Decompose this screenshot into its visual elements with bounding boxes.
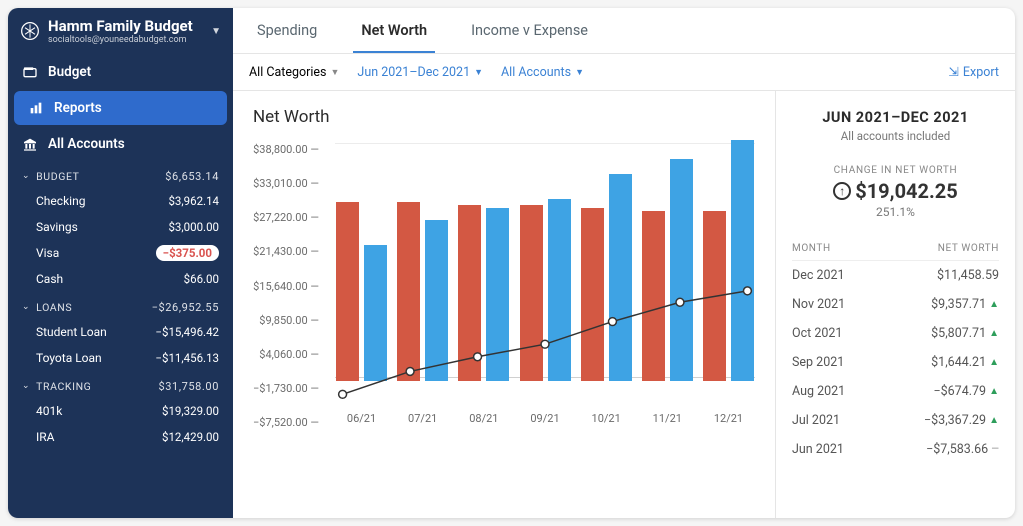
tab-income-v-expense[interactable]: Income v Expense: [463, 8, 596, 53]
budget-name: Hamm Family Budget: [48, 18, 193, 35]
caret-down-icon: ▼: [331, 67, 340, 78]
assets-bar[interactable]: [703, 211, 726, 381]
filter-accounts[interactable]: All Accounts▼: [501, 65, 584, 80]
assets-bar[interactable]: [397, 202, 420, 381]
x-tick-label: 09/21: [514, 412, 575, 425]
bar-group: 11/21: [637, 143, 698, 429]
summary-row[interactable]: Jul 2021−$3,367.29 ▲: [792, 406, 999, 435]
negative-balance-pill: −$375.00: [156, 245, 219, 261]
bar-group: 09/21: [514, 143, 575, 429]
col-networth: NET WORTH: [938, 243, 999, 254]
bar-group: 12/21: [698, 143, 759, 429]
section-header[interactable]: ⌄TRACKING$31,758.00: [8, 371, 233, 398]
nav-reports[interactable]: Reports: [14, 91, 227, 125]
assets-bar[interactable]: [581, 208, 604, 381]
account-row[interactable]: Toyota Loan−$11,456.13: [8, 345, 233, 371]
bar-group: 10/21: [576, 143, 637, 429]
debts-bar[interactable]: [364, 245, 387, 381]
app-frame: Hamm Family Budget socialtools@youneedab…: [8, 8, 1015, 518]
arrow-up-icon: ▲: [989, 386, 999, 397]
nav-label: Reports: [54, 100, 102, 116]
nav-budget[interactable]: Budget: [8, 55, 233, 89]
arrow-up-circle-icon: ↑: [833, 182, 851, 200]
account-row[interactable]: Student Loan−$15,496.42: [8, 319, 233, 345]
account-row[interactable]: Visa−$375.00: [8, 240, 233, 266]
debts-bar[interactable]: [486, 208, 509, 381]
x-tick-label: 12/21: [698, 412, 759, 425]
bar-chart-icon: [28, 100, 44, 116]
summary-row[interactable]: Nov 2021$9,357.71 ▲: [792, 290, 999, 319]
tab-net-worth[interactable]: Net Worth: [353, 8, 435, 53]
ynab-logo-icon: [20, 21, 40, 41]
debts-bar[interactable]: [670, 159, 693, 381]
chart-plot: 06/2107/2108/2109/2110/2111/2112/21: [325, 137, 765, 457]
account-row[interactable]: IRA$12,429.00: [8, 424, 233, 450]
debts-bar[interactable]: [731, 140, 754, 381]
account-row[interactable]: Checking$3,962.14: [8, 188, 233, 214]
arrow-up-icon: ▲: [989, 357, 999, 368]
tab-spending[interactable]: Spending: [249, 8, 325, 53]
summary-subtitle: All accounts included: [792, 129, 999, 143]
chevron-down-icon: ⌄: [22, 381, 30, 391]
arrow-up-icon: ▲: [989, 328, 999, 339]
x-tick-label: 08/21: [453, 412, 514, 425]
x-tick-label: 11/21: [637, 412, 698, 425]
debts-bar[interactable]: [425, 220, 448, 381]
bank-icon: [22, 136, 38, 152]
account-row[interactable]: Savings$3,000.00: [8, 214, 233, 240]
debts-bar[interactable]: [609, 174, 632, 381]
chart-panel: Net Worth $38,800.00 —$33,010.00 —$27,22…: [233, 91, 775, 518]
x-tick-label: 06/21: [331, 412, 392, 425]
caret-down-icon: ▼: [474, 67, 483, 78]
arrow-up-icon: ▲: [989, 299, 999, 310]
budget-switcher[interactable]: Hamm Family Budget socialtools@youneedab…: [8, 8, 233, 55]
export-button[interactable]: ⇲Export: [948, 64, 999, 80]
x-tick-label: 10/21: [576, 412, 637, 425]
change-label: CHANGE IN NET WORTH: [792, 165, 999, 176]
chevron-down-icon: ⌄: [22, 171, 30, 181]
arrow-up-icon: ▲: [989, 415, 999, 426]
filter-categories[interactable]: All Categories▼: [249, 65, 339, 80]
nav-label: All Accounts: [48, 136, 125, 152]
summary-row[interactable]: Oct 2021$5,807.71 ▲: [792, 319, 999, 348]
chart-title: Net Worth: [253, 107, 765, 127]
user-email: socialtools@youneedabudget.com: [48, 35, 193, 45]
sidebar: Hamm Family Budget socialtools@youneedab…: [8, 8, 233, 518]
bar-group: 07/21: [392, 143, 453, 429]
assets-bar[interactable]: [642, 211, 665, 381]
caret-down-icon: ▼: [575, 67, 584, 78]
assets-bar[interactable]: [336, 202, 359, 381]
summary-row[interactable]: Jun 2021−$7,583.66 —: [792, 435, 999, 464]
chart-y-axis: $38,800.00 —$33,010.00 —$27,220.00 —$21,…: [253, 137, 325, 457]
main-panel: Spending Net Worth Income v Expense All …: [233, 8, 1015, 518]
nav-accounts[interactable]: All Accounts: [8, 127, 233, 161]
debts-bar[interactable]: [548, 199, 571, 381]
summary-row[interactable]: Aug 2021−$674.79 ▲: [792, 377, 999, 406]
bar-group: 06/21: [331, 143, 392, 429]
change-amount: ↑ $19,042.25: [792, 179, 999, 203]
section-header[interactable]: ⌄BUDGET$6,653.14: [8, 161, 233, 188]
export-icon: ⇲: [948, 64, 958, 80]
section-header[interactable]: ⌄LOANS−$26,952.55: [8, 292, 233, 319]
filter-date-range[interactable]: Jun 2021–Dec 2021▼: [357, 65, 483, 80]
assets-bar[interactable]: [458, 205, 481, 381]
x-tick-label: 07/21: [392, 412, 453, 425]
bar-group: 08/21: [453, 143, 514, 429]
summary-row[interactable]: Dec 2021$11,458.59: [792, 261, 999, 290]
dash-icon: —: [991, 444, 999, 455]
account-row[interactable]: 401k$19,329.00: [8, 398, 233, 424]
change-percent: 251.1%: [792, 205, 999, 219]
nav-label: Budget: [48, 64, 91, 80]
filter-bar: All Categories▼ Jun 2021–Dec 2021▼ All A…: [233, 54, 1015, 91]
summary-row[interactable]: Sep 2021$1,644.21 ▲: [792, 348, 999, 377]
chevron-down-icon: ⌄: [22, 302, 30, 312]
wallet-icon: [22, 64, 38, 80]
summary-panel: JUN 2021–DEC 2021 All accounts included …: [775, 91, 1015, 518]
col-month: MONTH: [792, 243, 831, 254]
account-row[interactable]: Cash$66.00: [8, 266, 233, 292]
report-tabs: Spending Net Worth Income v Expense: [233, 8, 1015, 54]
summary-range: JUN 2021–DEC 2021: [792, 109, 999, 126]
chevron-down-icon: ▼: [211, 26, 221, 37]
assets-bar[interactable]: [520, 205, 543, 381]
